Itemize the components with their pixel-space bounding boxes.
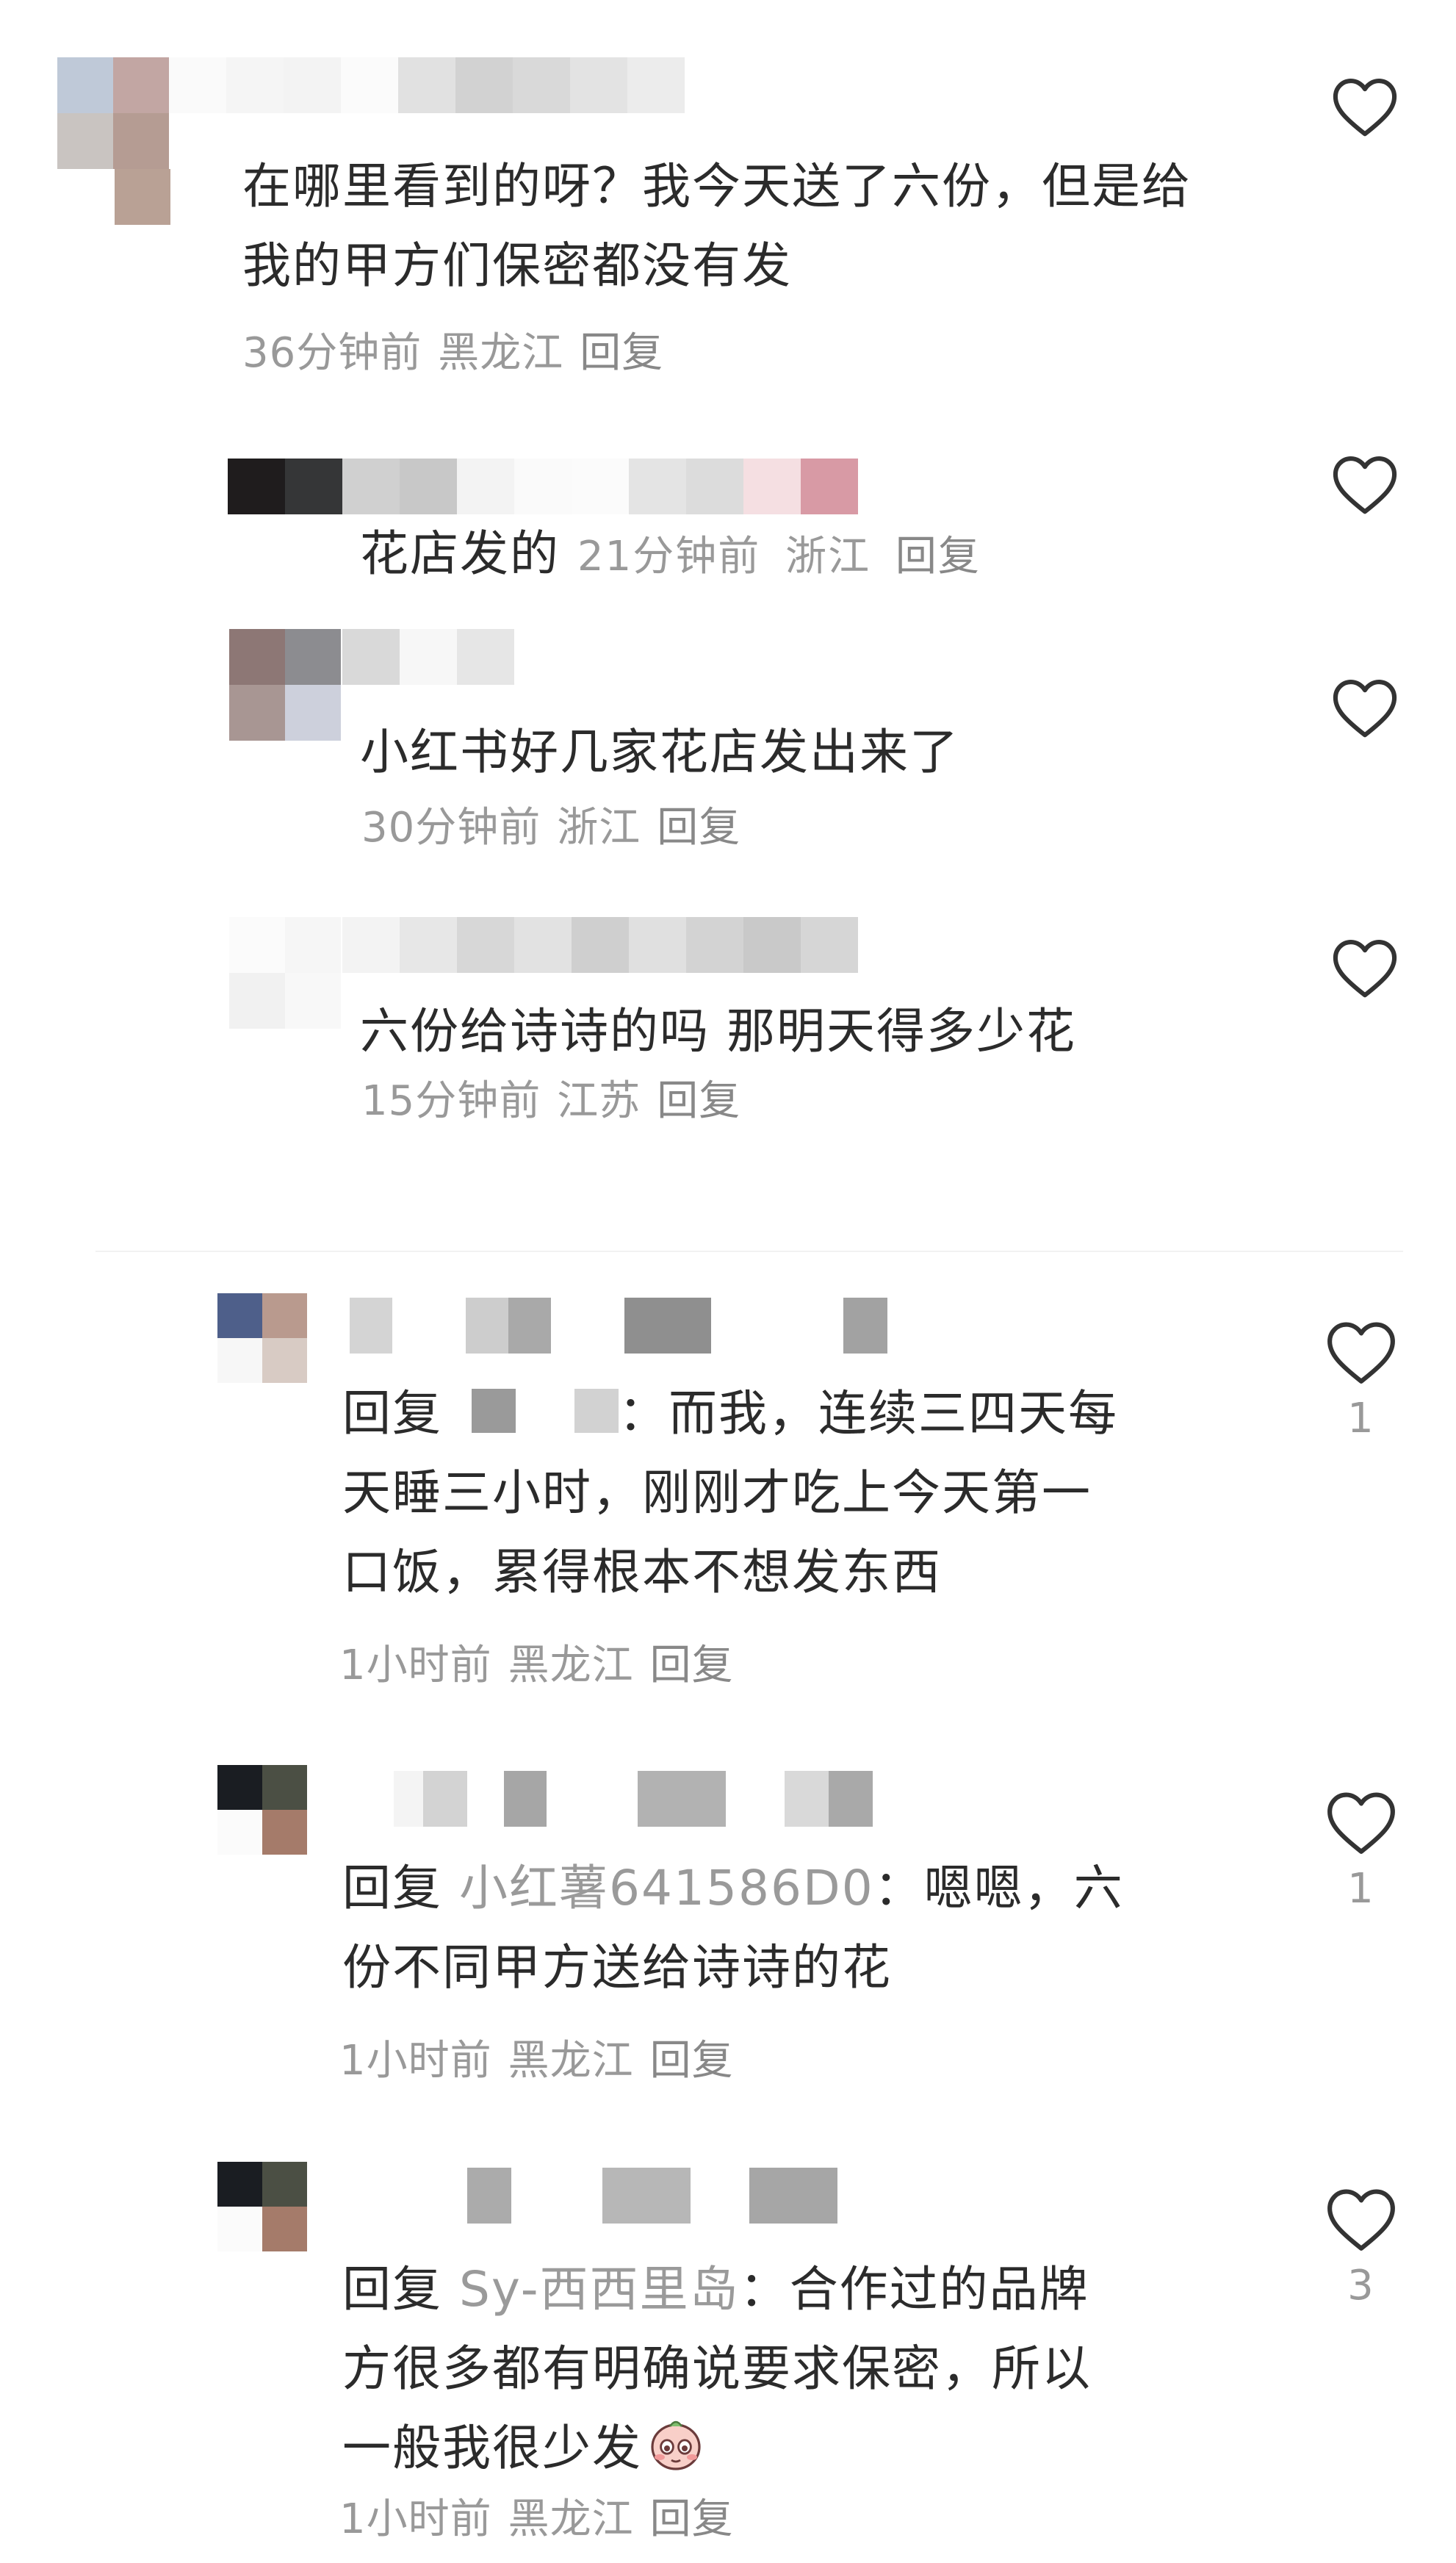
username-blurred[interactable] xyxy=(350,1298,887,1354)
shy-face-emoji-icon xyxy=(651,2420,701,2470)
comment-meta: 1小时前 黑龙江 回复 xyxy=(339,2035,734,2087)
mention-link[interactable]: Sy-西西里岛 xyxy=(459,2261,740,2318)
comment-location: 江苏 xyxy=(557,1077,641,1125)
comment-item: 花店发的 21分钟前 浙江 回复 xyxy=(0,382,1456,603)
comment-text: 回复 ：而我，连续三四天每 天睡三小时，刚刚才吃上今天第一 口饭，累得根本不想发东… xyxy=(342,1385,1118,1600)
avatar[interactable] xyxy=(217,2162,307,2251)
like-count: 3 xyxy=(1347,2262,1374,2309)
reply-prefix: 回复 xyxy=(342,1860,442,1916)
comment-item: 小红书好几家花店发出来了 30分钟前 浙江 回复 xyxy=(0,603,1456,882)
mention-link[interactable]: 小红薯641586D0 xyxy=(459,1860,874,1916)
username-blurred[interactable] xyxy=(342,917,858,973)
username-blurred[interactable] xyxy=(394,2168,837,2224)
reply-button[interactable]: 回复 xyxy=(657,804,740,852)
avatar[interactable] xyxy=(217,1293,307,1383)
comment-meta: 1小时前 黑龙江 回复 xyxy=(339,2494,734,2545)
comment-time: 1小时前 xyxy=(339,2037,492,2085)
comment-text: 回复 小红薯641586D0：嗯嗯，六 份不同甲方送给诗诗的花 xyxy=(342,1860,1124,1996)
comment-time: 1小时前 xyxy=(339,1642,492,1689)
comment-time: 30分钟前 xyxy=(361,804,541,852)
avatar[interactable] xyxy=(229,629,341,741)
reply-prefix: 回复 xyxy=(342,2261,442,2318)
reply-prefix: 回复 xyxy=(342,1385,442,1442)
comment-time: 21分钟前 xyxy=(577,533,761,580)
heart-outline-icon[interactable] xyxy=(1325,1320,1397,1386)
comment-item: 在哪里看到的呀？我今天送了六份，但是给 我的甲方们保密都没有发 36分钟前 黑龙江… xyxy=(0,0,1456,382)
comment-meta: 15分钟前 江苏 回复 xyxy=(361,1076,740,1127)
comment-item: 回复 ：而我，连续三四天每 天睡三小时，刚刚才吃上今天第一 口饭，累得根本不想发东… xyxy=(0,1279,1456,1749)
avatar xyxy=(115,169,170,225)
comment-location: 黑龙江 xyxy=(508,2495,634,2543)
heart-outline-icon[interactable] xyxy=(1331,938,1399,999)
avatar[interactable] xyxy=(57,57,169,169)
comment-time: 36分钟前 xyxy=(242,329,422,377)
comment-text: 小红书好几家花店发出来了 xyxy=(360,724,959,780)
username-blurred[interactable] xyxy=(342,629,514,685)
comment-meta: 30分钟前 浙江 回复 xyxy=(361,802,740,854)
comment-text: 在哪里看到的呀？我今天送了六份，但是给 我的甲方们保密都没有发 xyxy=(242,158,1192,294)
reply-button[interactable]: 回复 xyxy=(650,2495,734,2543)
username-blurred[interactable] xyxy=(169,57,685,113)
comment-location: 浙江 xyxy=(557,804,641,852)
avatar[interactable] xyxy=(229,917,341,1029)
mention-blurred[interactable] xyxy=(472,1389,516,1433)
heart-outline-icon[interactable] xyxy=(1331,76,1399,138)
reply-button[interactable]: 回复 xyxy=(650,1642,734,1689)
divider xyxy=(95,1251,1403,1252)
comment-location: 黑龙江 xyxy=(508,1642,634,1689)
heart-outline-icon[interactable] xyxy=(1331,677,1399,739)
heart-outline-icon[interactable] xyxy=(1325,2187,1397,2253)
comment-location: 浙江 xyxy=(785,533,871,580)
mention-blurred xyxy=(574,1389,619,1433)
reply-button[interactable]: 回复 xyxy=(657,1077,740,1125)
comment-meta: 36分钟前 黑龙江 回复 xyxy=(242,328,663,379)
comment-time: 15分钟前 xyxy=(361,1077,541,1125)
comment-text: 回复 Sy-西西里岛：合作过的品牌 方很多都有明确说要求保密，所以 一般我很少发 xyxy=(342,2261,1092,2476)
comment-item: 回复 Sy-西西里岛：合作过的品牌 方很多都有明确说要求保密，所以 一般我很少发… xyxy=(0,2146,1456,2563)
comment-location: 黑龙江 xyxy=(438,329,564,377)
reply-button[interactable]: 回复 xyxy=(895,533,981,580)
reply-button[interactable]: 回复 xyxy=(650,2037,734,2085)
comment-text: 六份给诗诗的吗 那明天得多少花 xyxy=(360,1003,1076,1060)
comment-text: 花店发的 21分钟前 浙江 回复 xyxy=(360,525,981,582)
avatar[interactable] xyxy=(217,1765,307,1855)
username-blurred[interactable] xyxy=(228,459,858,514)
like-count: 1 xyxy=(1347,1865,1374,1913)
comment-item: 六份给诗诗的吗 那明天得多少花 15分钟前 江苏 回复 xyxy=(0,882,1456,1205)
username-blurred[interactable] xyxy=(394,1771,873,1827)
comment-time: 1小时前 xyxy=(339,2495,492,2543)
comment-meta: 1小时前 黑龙江 回复 xyxy=(339,1640,734,1692)
reply-button[interactable]: 回复 xyxy=(580,329,663,377)
like-count: 1 xyxy=(1347,1395,1374,1442)
comment-location: 黑龙江 xyxy=(508,2037,634,2085)
comment-item: 回复 小红薯641586D0：嗯嗯，六 份不同甲方送给诗诗的花 1小时前 黑龙江回… xyxy=(0,1749,1456,2146)
heart-outline-icon[interactable] xyxy=(1325,1790,1397,1856)
heart-outline-icon[interactable] xyxy=(1331,454,1399,516)
